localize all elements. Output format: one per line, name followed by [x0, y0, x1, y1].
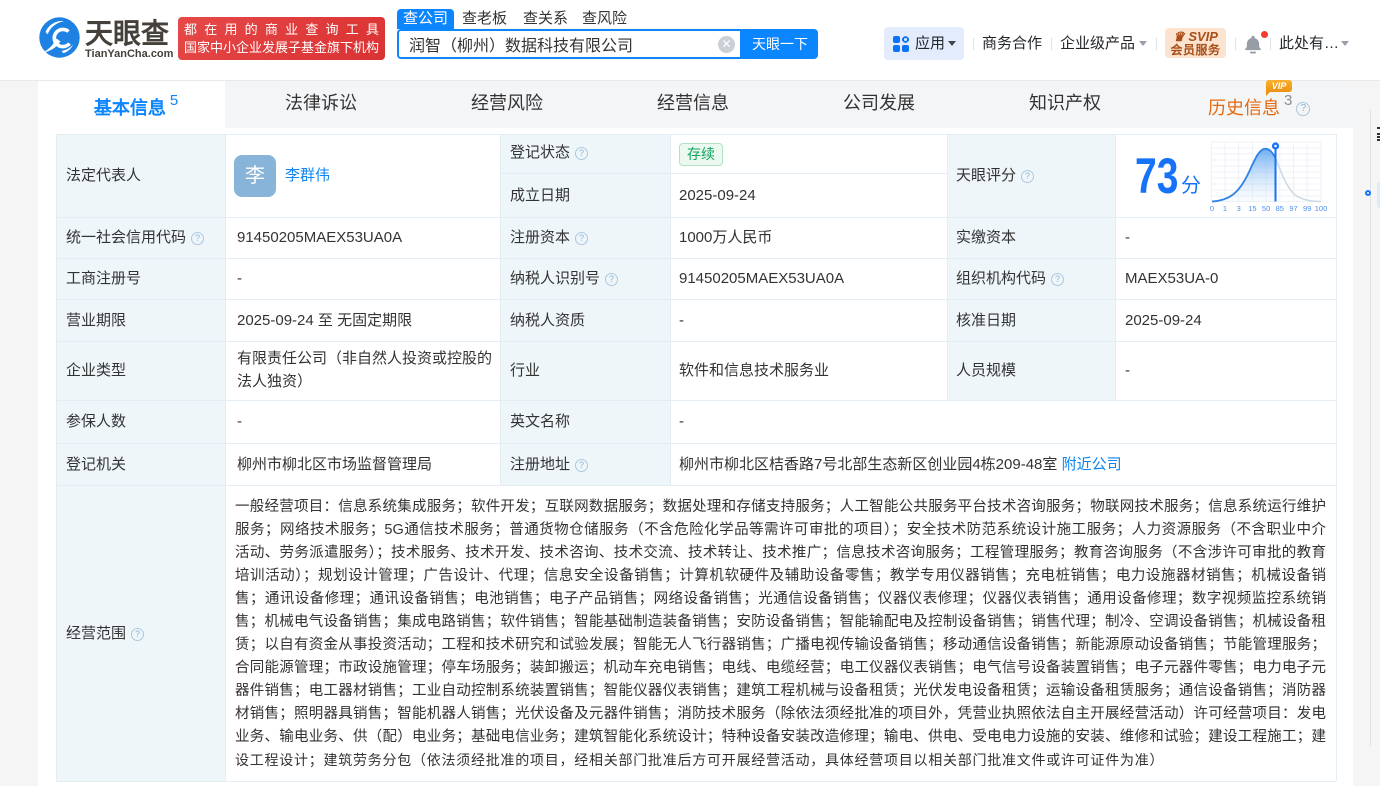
svg-text:0: 0	[1210, 204, 1214, 213]
svg-text:85: 85	[1276, 204, 1284, 213]
svg-text:100: 100	[1315, 204, 1328, 213]
svg-text:50: 50	[1262, 204, 1270, 213]
svg-text:97: 97	[1289, 204, 1297, 213]
svg-text:1: 1	[1223, 204, 1227, 213]
svg-text:99: 99	[1303, 204, 1311, 213]
svg-text:15: 15	[1248, 204, 1256, 213]
svg-text:3: 3	[1237, 204, 1241, 213]
